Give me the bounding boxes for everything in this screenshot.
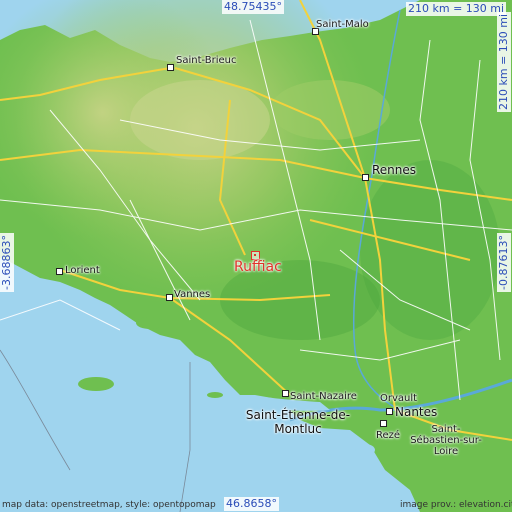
terrain-patch bbox=[270, 80, 390, 140]
city-label-saint-sebastien-sur-loire[interactable]: Saint-Sébastien-sur-Loire bbox=[406, 424, 486, 457]
scale-vertical: 210 km = 130 mi bbox=[497, 11, 511, 112]
city-label-saint-brieuc[interactable]: Saint-Brieuc bbox=[176, 56, 237, 66]
city-dot bbox=[282, 390, 289, 397]
map-view[interactable]: Saint-Malo Saint-Brieuc Rennes Lorient V… bbox=[0, 0, 512, 512]
city-dot bbox=[167, 64, 174, 71]
island bbox=[136, 317, 164, 329]
city-label-vannes[interactable]: Vannes bbox=[174, 290, 210, 300]
city-label-lorient[interactable]: Lorient bbox=[65, 266, 100, 276]
coord-top: 48.75435° bbox=[222, 0, 284, 14]
coord-bottom: 46.8658° bbox=[224, 497, 279, 511]
lake bbox=[355, 444, 375, 456]
scale-horizontal: 210 km = 130 mi bbox=[406, 2, 507, 16]
city-label-saint-malo[interactable]: Saint-Malo bbox=[316, 20, 369, 30]
coord-left: -3.68863° bbox=[0, 233, 14, 292]
city-dot bbox=[362, 174, 369, 181]
coord-right: -0.87613° bbox=[497, 233, 511, 292]
city-label-reze[interactable]: Rezé bbox=[376, 431, 400, 441]
terrain-patch bbox=[130, 80, 270, 160]
city-label-orvault[interactable]: Orvault bbox=[380, 394, 417, 404]
credit-map-data: map data: openstreetmap, style: opentopo… bbox=[2, 500, 216, 510]
city-label-saint-etienne-de-montluc[interactable]: Saint-Étienne-de-Montluc bbox=[243, 408, 353, 436]
city-label-nantes[interactable]: Nantes bbox=[395, 406, 437, 418]
city-dot bbox=[386, 408, 393, 415]
credit-image-provider: image prov.: elevation.city bbox=[400, 500, 512, 510]
city-dot bbox=[56, 268, 63, 275]
place-label[interactable]: Ruffiac bbox=[234, 260, 282, 274]
city-dot bbox=[166, 294, 173, 301]
city-dot bbox=[380, 420, 387, 427]
island bbox=[78, 377, 114, 391]
island bbox=[207, 392, 223, 398]
city-label-rennes[interactable]: Rennes bbox=[372, 164, 416, 176]
city-label-saint-nazaire[interactable]: Saint-Nazaire bbox=[290, 392, 357, 402]
